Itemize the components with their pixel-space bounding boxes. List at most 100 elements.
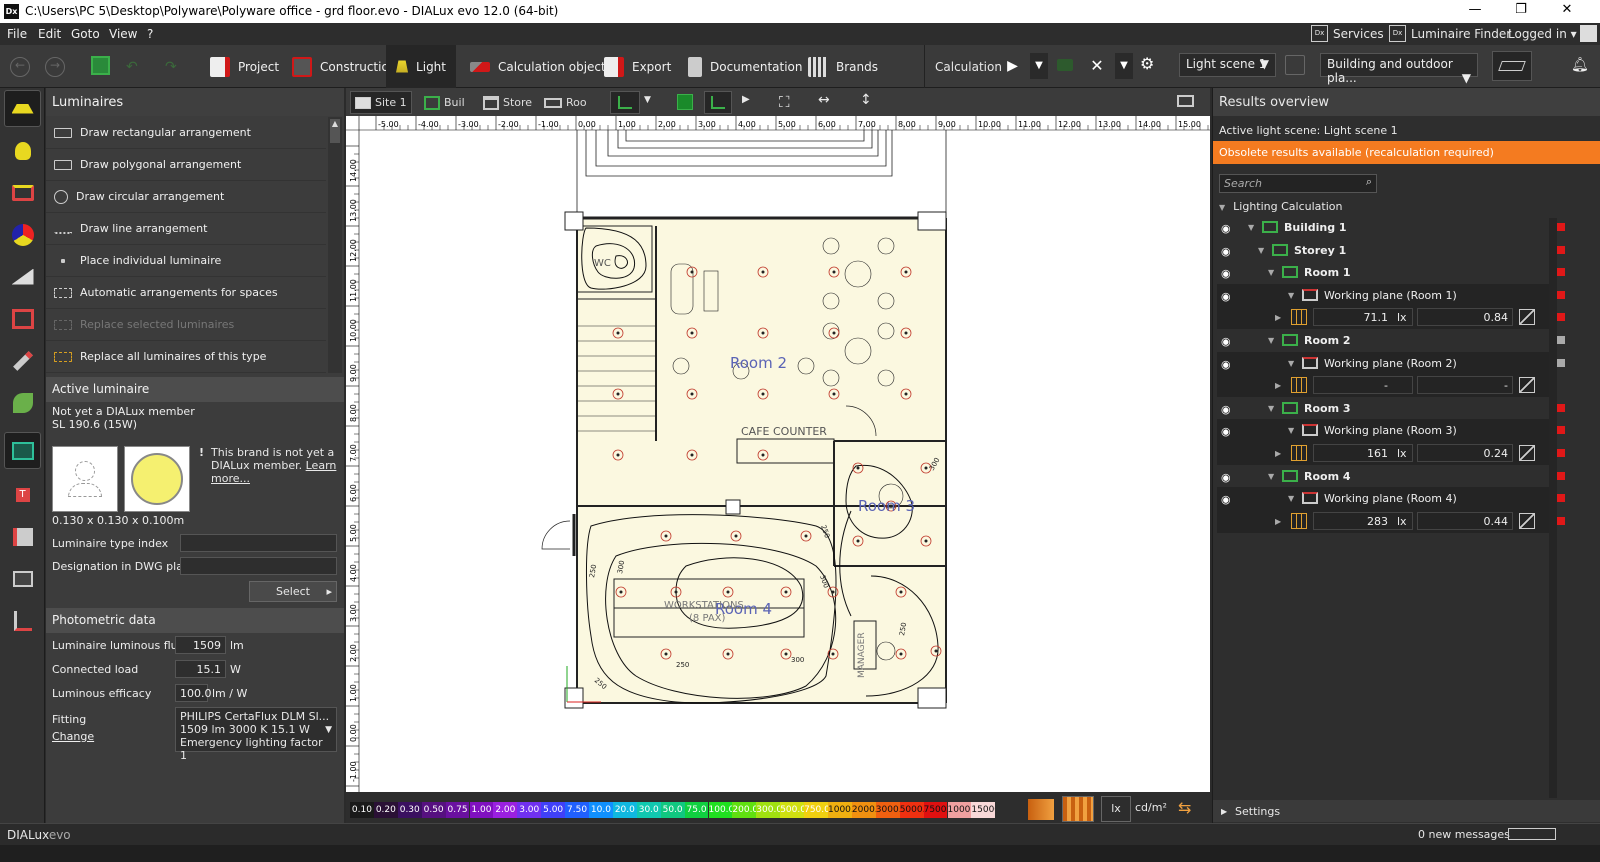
tab-brands[interactable]: Brands bbox=[798, 45, 888, 88]
menu-view[interactable]: View bbox=[109, 27, 137, 41]
services-button[interactable]: Dx Services bbox=[1311, 25, 1384, 42]
lamp-bulb-icon[interactable] bbox=[4, 132, 41, 169]
false-color-legend[interactable]: 0.10 0.20 0.30 0.50 0.75 1.00 2.00 3.00 5.00 7.50… bbox=[346, 792, 1210, 823]
chevron-down-icon[interactable]: ▼ bbox=[1268, 268, 1274, 277]
results-tree-node[interactable]: ◉ ▼ Building 1 bbox=[1217, 216, 1565, 239]
restore-button[interactable]: ❐ bbox=[1498, 2, 1544, 22]
draw-polygonal-arrangement[interactable]: Draw polygonal arrangement bbox=[46, 149, 326, 181]
wrench-icon[interactable] bbox=[4, 342, 41, 379]
result-values-row[interactable]: ▶ - - bbox=[1217, 374, 1557, 398]
eye-icon[interactable]: ◉ bbox=[1221, 335, 1231, 348]
eye-icon[interactable]: ◉ bbox=[1221, 290, 1231, 303]
chevron-down-icon[interactable]: ▼ bbox=[1288, 359, 1294, 368]
tab-documentation[interactable]: Documentation bbox=[678, 45, 813, 88]
measure-height-icon[interactable]: ↕ bbox=[860, 92, 872, 108]
monitor-icon[interactable] bbox=[1177, 95, 1194, 107]
uniformity-graph-icon[interactable] bbox=[1519, 512, 1535, 529]
forward-arrow-icon[interactable]: → bbox=[45, 57, 65, 77]
stepped-swatch-icon[interactable] bbox=[1062, 796, 1094, 822]
chevron-down-icon[interactable]: ▼ bbox=[1268, 404, 1274, 413]
tab-project[interactable]: Project bbox=[200, 45, 289, 88]
chevron-right-icon[interactable]: ▶ bbox=[1275, 381, 1281, 390]
result-values-row[interactable]: ▶ 283 lx 0.44 bbox=[1217, 509, 1565, 533]
dwg-designation-input[interactable] bbox=[180, 557, 337, 575]
draw-line-arrangement[interactable]: Draw line arrangement bbox=[46, 213, 326, 245]
view-mode-toggle[interactable] bbox=[1492, 51, 1532, 81]
chevron-down-icon[interactable]: ▼ bbox=[1248, 223, 1254, 232]
results-tree-node[interactable]: ◉ ▼ Working plane (Room 3) bbox=[1217, 419, 1565, 443]
eye-icon[interactable]: ◉ bbox=[1221, 471, 1231, 484]
chevron-right-icon[interactable]: ▶ bbox=[1275, 449, 1281, 458]
swap-arrows-icon[interactable]: ⇆ bbox=[1178, 798, 1191, 817]
results-tree-node[interactable]: ◉ ▼ Room 3 bbox=[1217, 397, 1565, 420]
obsolete-results-banner[interactable]: Obsolete results available (recalculatio… bbox=[1213, 141, 1600, 164]
eye-icon[interactable]: ◉ bbox=[1221, 358, 1231, 371]
measure-tool-icon[interactable] bbox=[4, 602, 41, 639]
results-tree-node[interactable]: ◉ ▼ Working plane (Room 1) bbox=[1217, 283, 1565, 307]
tab-export[interactable]: Export bbox=[594, 45, 681, 88]
luminaires-scrollbar[interactable]: ▲ bbox=[328, 117, 342, 373]
save-icon[interactable] bbox=[91, 56, 110, 75]
user-avatar-icon[interactable] bbox=[1580, 25, 1597, 42]
logged-in-menu[interactable]: Logged in ▾ bbox=[1508, 27, 1577, 41]
floorplan-view-button[interactable] bbox=[610, 91, 640, 114]
draw-circular-arrangement[interactable]: Draw circular arrangement bbox=[46, 181, 326, 213]
redo-icon[interactable]: ↷ bbox=[165, 59, 177, 75]
scene-frame-icon[interactable] bbox=[1285, 55, 1305, 75]
eye-icon[interactable]: ◉ bbox=[1221, 493, 1231, 506]
scene-image-icon[interactable] bbox=[4, 432, 41, 469]
menu-edit[interactable]: Edit bbox=[38, 27, 61, 41]
luminaire-tool-icon[interactable] bbox=[4, 90, 41, 127]
results-tree-node[interactable]: ◉ ▼ Room 1 bbox=[1217, 261, 1565, 284]
mode-select[interactable]: Building and outdoor pla... ▼ bbox=[1320, 53, 1478, 85]
close-button[interactable]: ✕ bbox=[1544, 2, 1590, 22]
place-individual-luminaire[interactable]: Place individual luminaire bbox=[46, 245, 326, 277]
color-circles-icon[interactable] bbox=[4, 216, 41, 253]
chevron-right-icon[interactable]: ▶ bbox=[1275, 313, 1281, 322]
chevron-down-icon[interactable]: ▼ bbox=[1288, 494, 1294, 503]
results-tree-node[interactable]: ◉ ▼ Storey 1 bbox=[1217, 239, 1565, 262]
leaf-tool-icon[interactable] bbox=[4, 384, 41, 421]
results-scrollbar[interactable] bbox=[1549, 218, 1557, 798]
tab-room[interactable]: Roo bbox=[540, 91, 591, 114]
chevron-down-icon[interactable]: ▼ bbox=[1288, 426, 1294, 435]
text-tool-icon[interactable]: T bbox=[4, 476, 41, 513]
tab-site[interactable]: Site 1 bbox=[350, 91, 412, 114]
light-scene-select[interactable]: Light scene 1 ▼ bbox=[1179, 53, 1276, 77]
arrange-tool-icon[interactable] bbox=[4, 174, 41, 211]
chevron-right-icon[interactable]: ▶ bbox=[742, 94, 750, 105]
eye-icon[interactable]: ◉ bbox=[1221, 403, 1231, 416]
unit-lux-button[interactable]: lx bbox=[1101, 796, 1131, 822]
results-tree-node[interactable]: ◉ ▼ Working plane (Room 4) bbox=[1217, 487, 1565, 511]
draw-rectangular-arrangement[interactable]: Draw rectangular arrangement bbox=[46, 117, 326, 149]
tab-light[interactable]: Light bbox=[386, 45, 456, 88]
tab-building[interactable]: Buil bbox=[420, 91, 469, 114]
notification-bell-icon[interactable]: 🔔︎ bbox=[1571, 57, 1589, 73]
chevron-down-icon[interactable]: ▼ bbox=[1030, 53, 1048, 79]
chevron-down-icon[interactable]: ▼ bbox=[1115, 53, 1133, 79]
chevron-down-icon[interactable]: ▼ bbox=[644, 95, 651, 105]
room-select-button[interactable] bbox=[704, 91, 732, 114]
type-index-input[interactable] bbox=[180, 534, 337, 552]
search-input[interactable]: Search ⌕ bbox=[1219, 174, 1377, 193]
result-values-row[interactable]: ▶ 161 lx 0.24 bbox=[1217, 442, 1565, 465]
eye-icon[interactable]: ◉ bbox=[1221, 425, 1231, 438]
section-tool-icon[interactable] bbox=[4, 518, 41, 555]
replace-selected-luminaires[interactable]: Replace selected luminaires bbox=[46, 309, 326, 341]
eye-icon[interactable]: ◉ bbox=[1221, 267, 1231, 280]
undo-icon[interactable]: ↶ bbox=[126, 59, 138, 75]
gear-icon[interactable]: ⚙ bbox=[1140, 54, 1154, 73]
unit-luminance-button[interactable]: cd/m² bbox=[1135, 801, 1167, 814]
messages-count[interactable]: 0 new messages bbox=[1418, 828, 1510, 841]
room-outline-icon[interactable] bbox=[4, 300, 41, 337]
replace-all-luminaires[interactable]: Replace all luminaires of this type bbox=[46, 341, 326, 373]
floor-plan[interactable]: -5.00 -4.00 -3.00 -2.00 -1.00 0.00 1.00 2.00 3.0… bbox=[346, 116, 1210, 792]
settings-section[interactable]: ▶ Settings bbox=[1213, 800, 1600, 822]
results-tree-node[interactable]: ◉ ▼ Working plane (Room 2) bbox=[1217, 351, 1565, 375]
menu-goto[interactable]: Goto bbox=[71, 27, 100, 41]
gradient-swatch-icon[interactable] bbox=[1028, 799, 1054, 820]
zoom-fit-icon[interactable]: ⛶ bbox=[779, 93, 790, 111]
automatic-arrangements[interactable]: Automatic arrangements for spaces bbox=[46, 277, 326, 309]
menu-help[interactable]: ? bbox=[147, 27, 153, 41]
uniformity-graph-icon[interactable] bbox=[1519, 309, 1535, 326]
